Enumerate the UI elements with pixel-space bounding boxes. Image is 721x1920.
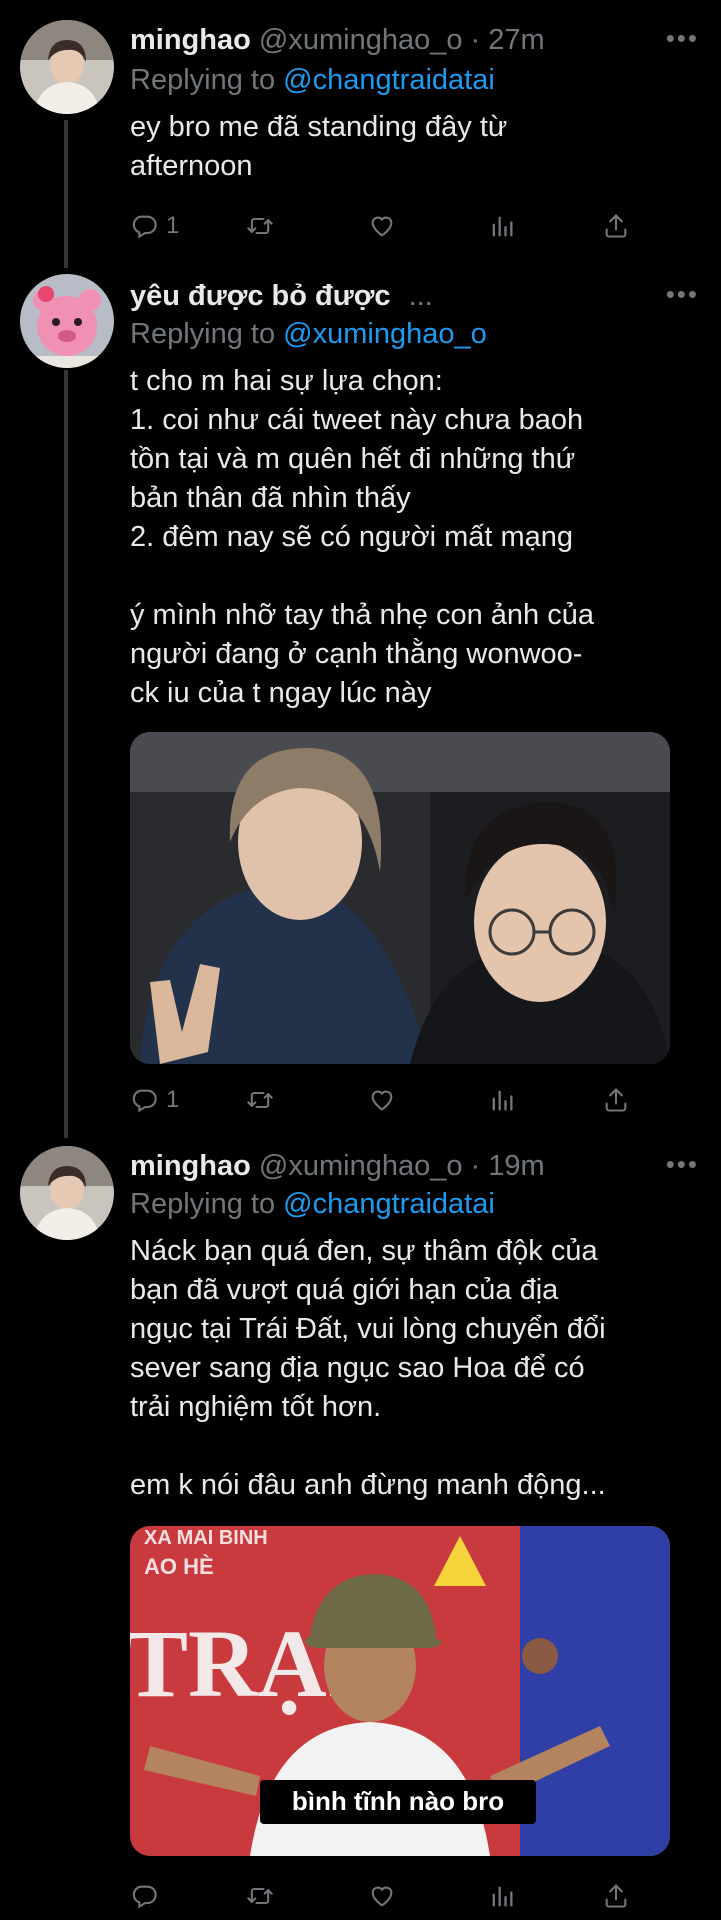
- heart-icon: [368, 212, 396, 240]
- like-button[interactable]: [368, 1080, 396, 1120]
- avatar[interactable]: [20, 20, 114, 114]
- action-bar: [130, 1876, 630, 1916]
- action-bar: 1: [130, 1080, 630, 1120]
- tweet[interactable]: yêu được bỏ được ... ••• Replying to @xu…: [0, 258, 721, 1138]
- replying-to: Replying to @changtraidatai: [130, 1184, 495, 1224]
- more-options-icon[interactable]: •••: [666, 1151, 699, 1177]
- retweet-icon: [246, 212, 274, 240]
- replying-to-label: Replying to: [130, 1188, 276, 1220]
- mention-link[interactable]: @xuminghao_o: [283, 318, 487, 350]
- replying-to-label: Replying to: [130, 64, 276, 96]
- display-name[interactable]: minghao: [130, 1150, 251, 1182]
- tweet-meme-image[interactable]: XA MAI BINH AO HÈ TRẠI bình tĩnh nào bro: [130, 1526, 670, 1856]
- reply-count: 1: [166, 212, 180, 239]
- share-button[interactable]: [602, 206, 630, 246]
- like-button[interactable]: [368, 206, 396, 246]
- action-bar: 1: [130, 206, 630, 246]
- tweet-header: minghao @xuminghao_o · 19m: [130, 1146, 701, 1186]
- tweet[interactable]: minghao @xuminghao_o · 27m ••• Replying …: [0, 0, 721, 258]
- tweet-header: yêu được bỏ được ...: [130, 276, 701, 316]
- separator-dot: ·: [470, 1150, 481, 1182]
- meme-sign-text: XA MAI BINH: [144, 1527, 268, 1549]
- meme-caption: bình tĩnh nào bro: [292, 1786, 504, 1816]
- analytics-button[interactable]: [488, 1876, 516, 1916]
- heart-icon: [368, 1086, 396, 1114]
- analytics-icon: [488, 212, 516, 240]
- reply-icon: [130, 212, 158, 240]
- share-icon: [602, 1086, 630, 1114]
- analytics-button[interactable]: [488, 1080, 516, 1120]
- username[interactable]: @xuminghao_o: [259, 24, 463, 56]
- reply-icon: [130, 1086, 158, 1114]
- reply-button[interactable]: [130, 1876, 158, 1916]
- mention-link[interactable]: @changtraidatai: [283, 64, 495, 96]
- analytics-icon: [488, 1086, 516, 1114]
- reply-button[interactable]: 1: [130, 1080, 179, 1120]
- more-options-icon[interactable]: •••: [666, 281, 699, 307]
- retweet-icon: [246, 1882, 274, 1910]
- meme-sign-text: AO HÈ: [144, 1554, 214, 1579]
- tweet-photo[interactable]: [130, 732, 670, 1064]
- mention-link[interactable]: @changtraidatai: [283, 1188, 495, 1220]
- tweet[interactable]: minghao @xuminghao_o · 19m ••• Replying …: [0, 1138, 721, 1920]
- share-icon: [602, 1882, 630, 1910]
- more-options-icon[interactable]: •••: [666, 25, 699, 51]
- tweet-text: Náck bạn quá đen, sự thâm độk của bạn đã…: [130, 1235, 606, 1501]
- separator-dot: ·: [470, 24, 481, 56]
- retweet-button[interactable]: [246, 1080, 274, 1120]
- tweet-header: minghao @xuminghao_o · 27m: [130, 20, 701, 60]
- replying-to: Replying to @xuminghao_o: [130, 314, 487, 354]
- share-icon: [602, 212, 630, 240]
- display-name[interactable]: yêu được bỏ được: [130, 280, 391, 312]
- reply-count: 1: [166, 1086, 180, 1113]
- tweet-text: t cho m hai sự lựa chọn: 1. coi như cái …: [130, 365, 594, 709]
- reply-icon: [130, 1882, 158, 1910]
- username[interactable]: @xuminghao_o: [259, 1150, 463, 1182]
- reply-button[interactable]: 1: [130, 206, 179, 246]
- tweet-text: ey bro me đã standing đây từ afternoon: [130, 111, 508, 182]
- name-truncation: ...: [408, 280, 433, 312]
- share-button[interactable]: [602, 1876, 630, 1916]
- timestamp[interactable]: 27m: [488, 24, 544, 56]
- display-name[interactable]: minghao: [130, 24, 251, 56]
- retweet-icon: [246, 1086, 274, 1114]
- heart-icon: [368, 1882, 396, 1910]
- retweet-button[interactable]: [246, 1876, 274, 1916]
- replying-to-label: Replying to: [130, 318, 276, 350]
- replying-to: Replying to @changtraidatai: [130, 60, 495, 100]
- timestamp[interactable]: 19m: [488, 1150, 544, 1182]
- avatar[interactable]: [20, 274, 114, 368]
- like-button[interactable]: [368, 1876, 396, 1916]
- analytics-button[interactable]: [488, 206, 516, 246]
- retweet-button[interactable]: [246, 206, 274, 246]
- avatar[interactable]: [20, 1146, 114, 1240]
- analytics-icon: [488, 1882, 516, 1910]
- share-button[interactable]: [602, 1080, 630, 1120]
